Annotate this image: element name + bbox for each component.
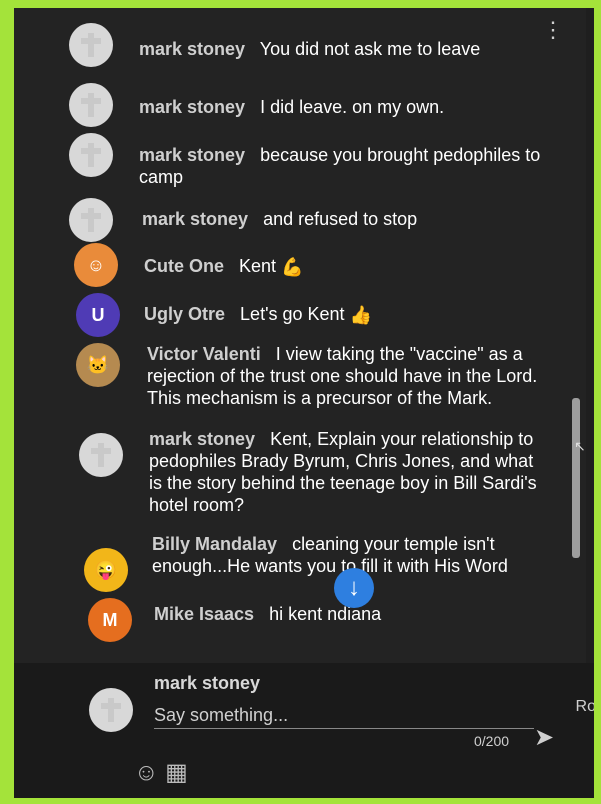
arrow-down-icon[interactable]: ↓ bbox=[334, 568, 374, 608]
message-author: Victor Valenti bbox=[147, 344, 261, 364]
message-text: Let's go Kent bbox=[240, 304, 345, 324]
message-author: Billy Mandalay bbox=[152, 534, 278, 554]
message-author: Ugly Otre bbox=[144, 304, 226, 324]
message-text: hi kent ndiana bbox=[269, 604, 382, 624]
message-author: Mike Isaacs bbox=[154, 604, 255, 624]
message-author: mark stoney bbox=[139, 97, 246, 117]
avatar bbox=[69, 83, 113, 127]
send-icon[interactable]: ➤ bbox=[534, 723, 554, 752]
avatar: 😜 bbox=[84, 548, 128, 592]
chat-composer: mark stoney 0/200 ➤ ☺ ▦ bbox=[14, 663, 594, 798]
composer-author: mark stoney bbox=[154, 673, 261, 693]
mouse-pointer-icon: ↖ bbox=[574, 438, 586, 454]
message-author: mark stoney bbox=[149, 429, 256, 449]
chat-scrollbar[interactable] bbox=[572, 398, 580, 558]
avatar: U bbox=[76, 293, 120, 337]
emoji-icon[interactable]: ☺ ▦ bbox=[134, 758, 188, 787]
message-text: and refused to stop bbox=[263, 209, 418, 229]
avatar: 🐱 bbox=[76, 343, 120, 387]
message-author: mark stoney bbox=[142, 209, 249, 229]
more-vert-icon[interactable]: ⋮ bbox=[542, 19, 564, 41]
avatar bbox=[69, 23, 113, 67]
message-text: Kent bbox=[239, 256, 277, 276]
flexed-biceps-icon: 💪 bbox=[281, 257, 304, 278]
avatar bbox=[69, 198, 113, 242]
avatar bbox=[69, 133, 113, 177]
thumbs-up-icon: 👍 bbox=[349, 305, 372, 326]
message-text: I did leave. on my own. bbox=[260, 97, 445, 117]
avatar bbox=[79, 433, 123, 477]
character-counter: 0/200 bbox=[474, 733, 510, 749]
message-author: mark stoney bbox=[139, 145, 246, 165]
cropped-label: Ro bbox=[575, 698, 594, 715]
avatar: ☺ bbox=[74, 243, 118, 287]
avatar: M bbox=[88, 598, 132, 642]
chat-input[interactable] bbox=[154, 703, 534, 729]
chat-screen: ⋮ mark stoney You did not ask me to leav… bbox=[14, 8, 594, 798]
avatar bbox=[89, 688, 133, 732]
message-author: Cute One bbox=[144, 256, 225, 276]
message-author: mark stoney bbox=[139, 39, 246, 59]
message-text: You did not ask me to leave bbox=[259, 39, 481, 59]
live-chat-panel: ⋮ mark stoney You did not ask me to leav… bbox=[14, 8, 586, 663]
